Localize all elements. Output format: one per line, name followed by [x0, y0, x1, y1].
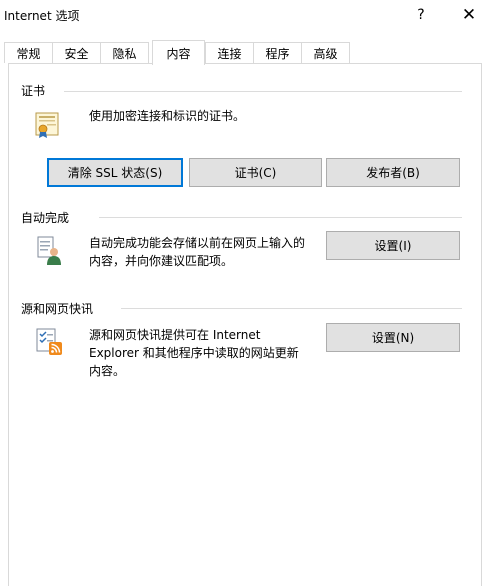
help-button[interactable]: ? — [401, 0, 441, 30]
title-bar: Internet 选项 ? ✕ — [0, 0, 490, 32]
feeds-icon — [36, 328, 62, 355]
certificate-icon — [35, 112, 59, 138]
tab-strip: 常规 安全 隐私 内容 连接 程序 高级 — [4, 40, 486, 65]
autocomplete-icon — [37, 236, 61, 265]
tab-programs[interactable]: 程序 — [253, 42, 302, 63]
tab-security[interactable]: 安全 — [52, 42, 101, 63]
autocomplete-description-line1: 自动完成功能会存储以前在网页上输入的 — [89, 236, 306, 250]
certificates-button[interactable]: 证书(C) — [189, 158, 322, 187]
autocomplete-group-label: 自动完成 — [21, 209, 74, 226]
close-button[interactable]: ✕ — [449, 0, 489, 30]
feeds-description-line2: Explorer 和其他程序中读取的网站更新 — [89, 346, 299, 360]
feeds-description-line3: 内容。 — [89, 364, 126, 378]
certificates-divider — [64, 91, 462, 92]
feeds-settings-button[interactable]: 设置(N) — [326, 323, 460, 352]
feeds-divider — [121, 308, 462, 309]
tab-advanced[interactable]: 高级 — [301, 42, 350, 63]
clear-ssl-state-button[interactable]: 清除 SSL 状态(S) — [47, 158, 183, 187]
certificates-group-label: 证书 — [21, 82, 50, 99]
autocomplete-divider — [99, 217, 462, 218]
tab-connections[interactable]: 连接 — [205, 42, 254, 63]
autocomplete-settings-button[interactable]: 设置(I) — [326, 231, 460, 260]
tab-general[interactable]: 常规 — [4, 42, 53, 63]
tab-privacy[interactable]: 隐私 — [100, 42, 149, 63]
certificates-description: 使用加密连接和标识的证书。 — [89, 109, 246, 123]
window-title: Internet 选项 — [4, 9, 80, 23]
tab-content[interactable]: 内容 — [152, 40, 205, 65]
feeds-group-label: 源和网页快讯 — [21, 300, 98, 317]
feeds-description-line1: 源和网页快讯提供可在 Internet — [89, 328, 261, 342]
content-panel: 证书 使用加密连接和标识的证书。 清除 SSL 状态(S) 证书(C) 发布者(… — [8, 63, 482, 586]
publishers-button[interactable]: 发布者(B) — [326, 158, 460, 187]
autocomplete-description-line2: 内容，并向你建议匹配项。 — [89, 254, 234, 268]
